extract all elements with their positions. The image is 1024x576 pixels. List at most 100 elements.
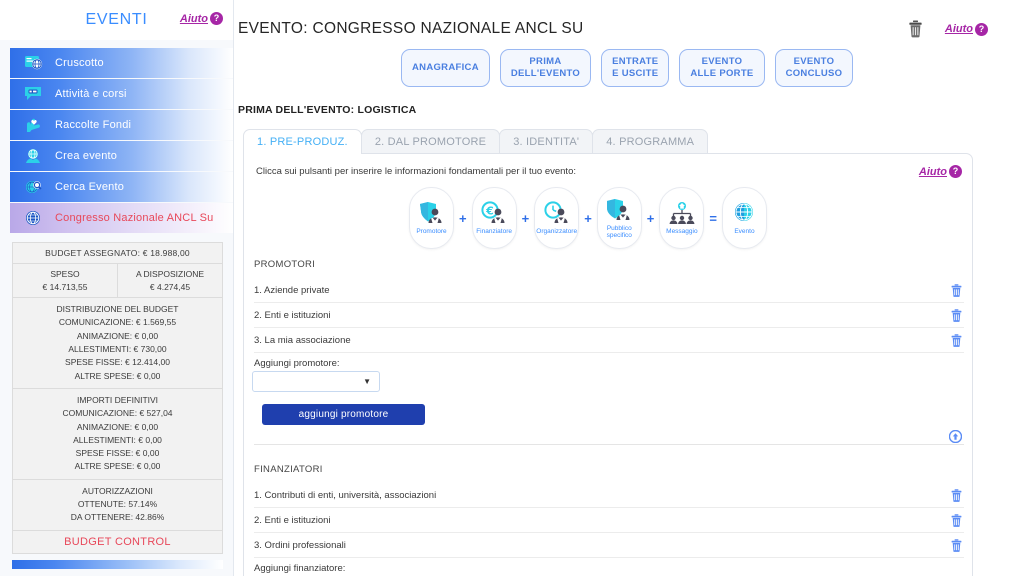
finanziatori-list-item[interactable]: 1. Contributi di enti, università, assoc… (254, 483, 964, 508)
formula-item-organizzatore[interactable]: Organizzatore (534, 187, 580, 249)
page-title: EVENTO: CONGRESSO NAZIONALE ANCL SU (238, 20, 584, 37)
nav-button-evento-concluso[interactable]: EVENTO CONCLUSO (774, 49, 854, 87)
tab-dal-promotore[interactable]: 2. DAL PROMOTORE (360, 129, 501, 153)
sidebar-title: EVENTI (85, 11, 148, 28)
sidebar-item-raccolte-fondi[interactable]: Raccolte Fondi (10, 110, 233, 140)
budget-disposizione-value: € 4.274,45 (149, 282, 191, 292)
sidebar-item-crea-evento[interactable]: Crea evento (10, 141, 233, 171)
globe-hands-icon (24, 147, 46, 165)
help-question-icon: ? (975, 22, 988, 36)
list-item-label: 1. Contributi di enti, università, assoc… (254, 489, 437, 501)
globe-icon (24, 209, 46, 227)
sidebar-nav: Cruscotto Attività e corsi Raccolte Fond… (0, 48, 233, 233)
sidebar-item-cerca-evento[interactable]: Cerca Evento (10, 172, 233, 202)
panel-help-link[interactable]: Aiuto? (919, 165, 962, 178)
formula-item-promotore[interactable]: Promotore (409, 187, 454, 249)
formula-operator: = (709, 210, 717, 226)
promotori-list-item[interactable]: 2. Enti e istituzioni (254, 303, 964, 328)
app-root: EVENTI Aiuto? Cruscotto Attività e corsi… (0, 0, 1024, 576)
nav-button-line2: DELL'EVENTO (510, 68, 581, 79)
sidebar-item-congresso-nazionale-ancl-su[interactable]: Congresso Nazionale ANCL Su (10, 203, 233, 233)
nav-button-prima-dellevento[interactable]: PRIMA DELL'EVENTO (499, 49, 592, 87)
clock-person-icon (543, 200, 571, 226)
nav-button-anagrafica[interactable]: ANAGRAFICA (401, 49, 490, 87)
budget-disposizione-label: A DISPOSIZIONE (135, 269, 205, 279)
budget-line: ALTRE SPESE: € 0,00 (74, 370, 161, 381)
trash-icon[interactable] (951, 308, 962, 322)
nav-button-evento-alle-porte[interactable]: EVENTO ALLE PORTE (679, 49, 765, 87)
trash-icon[interactable] (951, 488, 962, 502)
budget-speso-label: SPESO (50, 269, 80, 279)
formula-operator: + (459, 210, 467, 226)
globe-icon (730, 200, 758, 226)
arrow-up-circle-icon[interactable] (949, 430, 962, 443)
aggiungi-finanziatore-label: Aggiungi finanziatore: (254, 563, 346, 574)
tab-programma[interactable]: 4. PROGRAMMA (592, 129, 709, 153)
formula-item-pubblico-specifico[interactable]: Pubblico specifico (596, 187, 642, 249)
budget-definitivi-title: IMPORTI DEFINITIVI (76, 394, 159, 405)
help-question-icon: ? (949, 165, 962, 178)
chevron-down-icon: ▼ (363, 376, 371, 386)
tab-panel: Clicca sui pulsanti per inserire le info… (243, 153, 973, 576)
budget-line: ALLESTIMENTI: € 730,00 (68, 343, 167, 354)
nav-button-line1: EVENTO (793, 56, 835, 68)
budget-definitivi: IMPORTI DEFINITIVI COMUNICAZIONE: € 527,… (13, 389, 222, 480)
nav-button-line1: ANAGRAFICA (412, 62, 479, 74)
budget-split: SPESO € 14.713,55 A DISPOSIZIONE € 4.274… (13, 264, 222, 298)
budget-autorizzazioni: AUTORIZZAZIONI OTTENUTE: 57.14% DA OTTEN… (13, 480, 222, 531)
trash-icon[interactable] (951, 538, 962, 552)
section-subtitle: PRIMA DELL'EVENTO: LOGISTICA (238, 104, 417, 116)
sidebar-item-attivita-e-corsi[interactable]: Attività e corsi (10, 79, 233, 109)
hand-heart-icon (24, 116, 46, 134)
sidebar-item-label: Crea evento (55, 150, 118, 162)
activity-card-icon (24, 85, 46, 103)
nav-button-line1: EVENTO (701, 56, 743, 68)
nav-button-line2: E USCITE (612, 68, 659, 79)
trash-icon[interactable] (908, 20, 923, 38)
formula-item-finanziatore[interactable]: € Finanziatore (471, 187, 517, 249)
budget-line: ANIMAZIONE: € 0,00 (76, 330, 159, 341)
tab-pre-produz[interactable]: 1. PRE-PRODUZ. (243, 129, 362, 154)
budget-assegnato: BUDGET ASSEGNATO: € 18.988,00 (13, 243, 222, 264)
budget-distribuzione: DISTRIBUZIONE DEL BUDGET COMUNICAZIONE: … (13, 298, 222, 389)
nav-button-entrate-e-uscite[interactable]: ENTRATE E USCITE (601, 49, 670, 87)
finanziatori-list-item[interactable]: 2. Enti e istituzioni (254, 508, 964, 533)
budget-panel: BUDGET ASSEGNATO: € 18.988,00 SPESO € 14… (12, 242, 223, 554)
promotori-label: PROMOTORI (254, 259, 316, 270)
help-question-icon: ? (210, 12, 223, 25)
promotori-list-item[interactable]: 3. La mia associazione (254, 328, 964, 353)
globe-search-icon (24, 178, 46, 196)
sidebar-help-label: Aiuto (179, 12, 208, 25)
finanziatori-list-item[interactable]: 3. Ordini professionali (254, 533, 964, 558)
trash-icon[interactable] (951, 513, 962, 527)
tab-bar: 1. PRE-PRODUZ. 2. DAL PROMOTORE 3. IDENT… (243, 129, 709, 154)
formula-item-messaggio[interactable]: Messaggio (659, 187, 705, 249)
budget-line: ANIMAZIONE: € 0,00 (76, 421, 159, 432)
trash-icon[interactable] (951, 283, 962, 297)
promotori-list-item[interactable]: 1. Aziende private (254, 278, 964, 303)
sidebar-item-label: Raccolte Fondi (55, 119, 132, 131)
formula-item-caption: Pubblico specifico (606, 224, 632, 239)
budget-line: ALTRE SPESE: € 0,00 (74, 461, 161, 472)
header-help-link[interactable]: Aiuto? (945, 22, 988, 36)
budget-line: SPESE FISSE: € 12.414,00 (65, 357, 170, 368)
finanziatori-label: FINANZIATORI (254, 464, 323, 475)
formula-operator: + (521, 210, 530, 226)
network-message-icon (668, 200, 696, 226)
sidebar-item-label: Attività e corsi (55, 88, 127, 100)
budget-control-link[interactable]: BUDGET CONTROL (13, 531, 222, 553)
budget-line: DA OTTENERE: 42.86% (70, 512, 165, 523)
sidebar: EVENTI Aiuto? Cruscotto Attività e corsi… (0, 0, 234, 576)
aggiungi-promotore-button[interactable]: aggiungi promotore (262, 404, 425, 425)
budget-line: COMUNICAZIONE: € 1.569,55 (58, 317, 177, 328)
tab-identita[interactable]: 3. IDENTITA' (499, 129, 594, 153)
sidebar-footer-bar (12, 559, 223, 569)
formula-item-evento[interactable]: Evento (721, 187, 767, 249)
nav-button-line2: CONCLUSO (785, 68, 843, 79)
sidebar-item-cruscotto[interactable]: Cruscotto (10, 48, 233, 78)
aggiungi-promotore-label: Aggiungi promotore: (254, 358, 340, 369)
sidebar-help-link[interactable]: Aiuto? (180, 12, 223, 25)
promotore-select[interactable]: ▼ (252, 371, 380, 392)
trash-icon[interactable] (951, 333, 962, 347)
sidebar-item-label: Cruscotto (55, 57, 104, 69)
